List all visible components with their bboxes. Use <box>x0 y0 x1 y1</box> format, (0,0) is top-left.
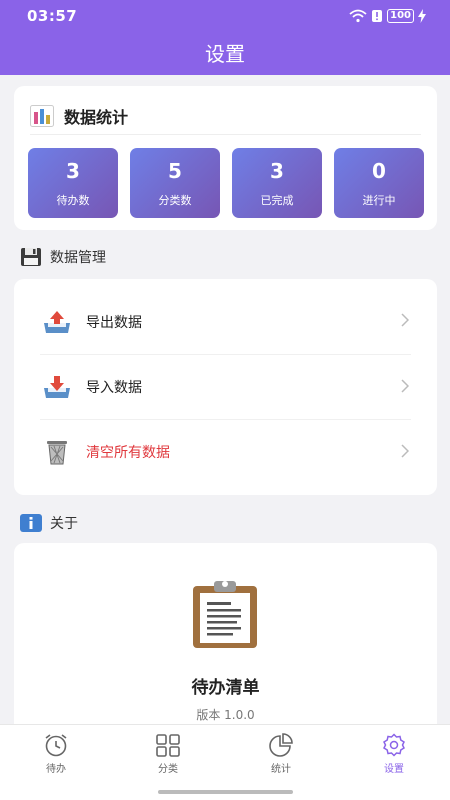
stat-value: 3 <box>66 159 80 183</box>
clipboard-icon <box>193 581 257 648</box>
tab-category[interactable]: 分类 <box>112 733 224 775</box>
stat-label: 待办数 <box>56 194 90 207</box>
menu-label: 清空所有数据 <box>86 445 170 461</box>
tab-statistics[interactable]: 统计 <box>225 733 337 775</box>
stat-value: 3 <box>270 159 284 183</box>
chevron-right-icon <box>401 379 409 393</box>
stat-value: 0 <box>372 159 386 183</box>
bar-chart-icon <box>30 105 54 127</box>
tab-settings[interactable]: 设置 <box>338 733 450 775</box>
trash-icon <box>40 438 74 466</box>
stat-label: 进行中 <box>362 194 396 207</box>
clear-all-data-row[interactable]: 清空所有数据 <box>40 419 411 484</box>
stats-header: 数据统计 <box>30 98 421 135</box>
chevron-right-icon <box>401 444 409 458</box>
menu-label: 导出数据 <box>86 314 142 331</box>
data-management-card: 导出数据 导入数据 清空所有数据 <box>14 279 437 495</box>
app-header: 03:57 100 设置 <box>0 0 450 75</box>
wifi-icon <box>349 9 367 23</box>
chevron-right-icon <box>401 313 409 327</box>
import-data-row[interactable]: 导入数据 <box>40 354 411 419</box>
stat-label: 分类数 <box>158 194 192 207</box>
gear-icon <box>383 733 405 757</box>
page-title: 设置 <box>205 42 245 66</box>
export-icon <box>40 308 74 336</box>
alert-icon <box>372 10 383 22</box>
tab-label: 待办 <box>46 764 66 775</box>
alarm-clock-icon <box>45 734 67 757</box>
info-icon <box>20 514 42 532</box>
tab-label: 设置 <box>384 764 404 775</box>
section-title: 数据管理 <box>50 250 106 266</box>
stat-label: 已完成 <box>260 194 294 207</box>
stat-tile-todos: 3 待办数 <box>28 148 118 218</box>
pie-chart-icon <box>269 733 293 757</box>
charging-icon <box>418 9 426 23</box>
stats-card: 数据统计 3 待办数 5 分类数 3 已完成 0 进行中 <box>14 86 437 230</box>
floppy-disk-icon <box>21 248 41 266</box>
stats-tiles: 3 待办数 5 分类数 3 已完成 0 进行中 <box>28 148 424 218</box>
stat-tile-in-progress: 0 进行中 <box>334 148 424 218</box>
stats-title: 数据统计 <box>64 108 129 127</box>
battery-indicator: 100 <box>387 9 414 23</box>
export-data-row[interactable]: 导出数据 <box>40 289 411 354</box>
section-data-management: 数据管理 <box>20 247 106 267</box>
status-bar: 03:57 100 <box>0 0 450 32</box>
status-icons: 100 <box>349 9 426 23</box>
app-version: 版本 1.0.0 <box>196 708 255 722</box>
app-name: 待办清单 <box>191 678 260 698</box>
section-title: 关于 <box>50 516 78 532</box>
status-time: 03:57 <box>27 7 78 25</box>
tab-label: 统计 <box>271 764 291 775</box>
menu-label: 导入数据 <box>86 380 142 396</box>
section-about: 关于 <box>20 513 78 533</box>
tab-label: 分类 <box>158 764 178 775</box>
home-indicator <box>158 790 293 794</box>
stat-tile-completed: 3 已完成 <box>232 148 322 218</box>
tab-bar: 待办 分类 统计 设置 <box>0 724 450 800</box>
stat-tile-categories: 5 分类数 <box>130 148 220 218</box>
stat-value: 5 <box>168 159 182 183</box>
tab-todo[interactable]: 待办 <box>0 733 112 775</box>
import-icon <box>40 373 74 401</box>
grid-icon <box>156 734 180 757</box>
